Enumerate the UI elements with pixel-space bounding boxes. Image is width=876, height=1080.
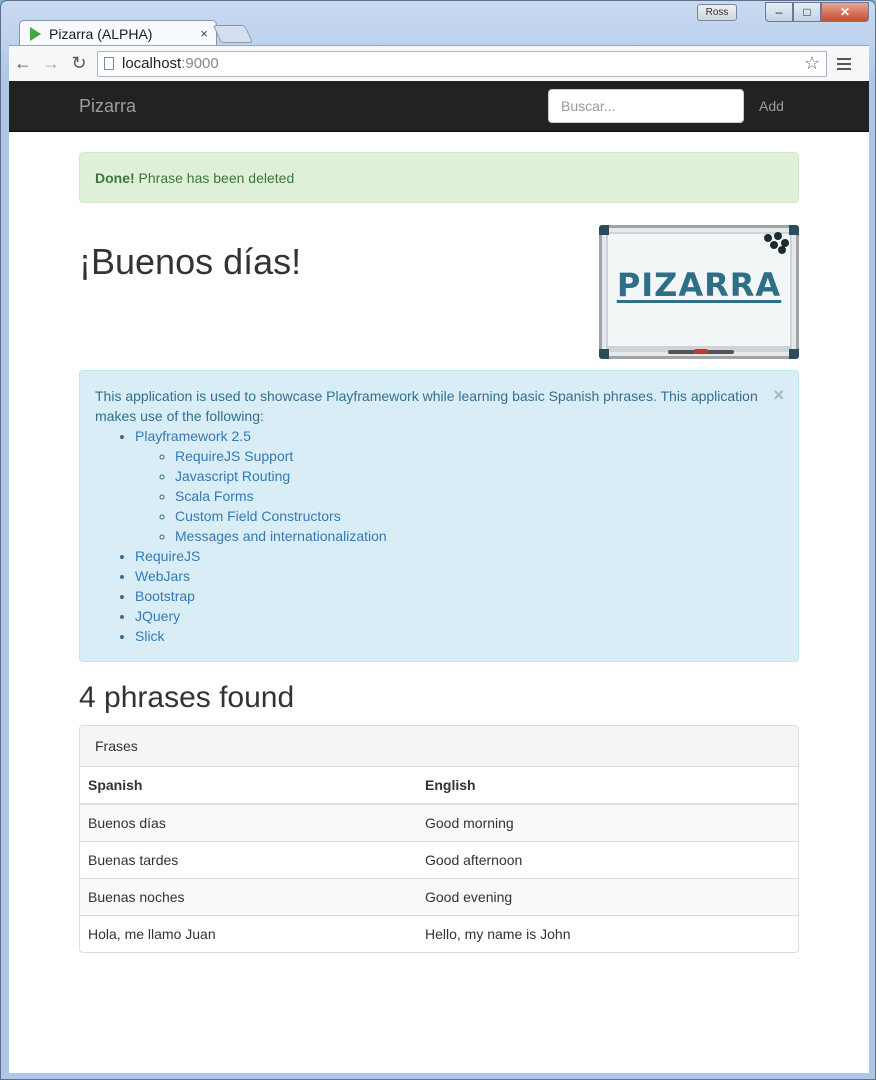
tech-link[interactable]: WebJars	[135, 568, 190, 584]
red-marker	[694, 349, 708, 354]
page-icon	[104, 57, 114, 70]
english-cell: Good evening	[417, 877, 798, 915]
tab-close-icon[interactable]: ×	[200, 26, 208, 41]
browser-toolbar: ← → ↻ localhost:9000 ☆	[9, 45, 869, 81]
table-row: Buenas tardes Good afternoon	[80, 840, 798, 878]
list-item: WebJars	[135, 566, 768, 586]
tech-list: Playframework 2.5 RequireJS Support Java…	[95, 426, 768, 646]
table-header-row: Spanish English	[80, 767, 798, 805]
phrases-table: Spanish English Buenos días Good morning…	[80, 767, 798, 952]
list-item: Custom Field Constructors	[175, 506, 768, 526]
list-item: Javascript Routing	[175, 466, 768, 486]
phrases-panel: Frases Spanish English Buenos días Good …	[79, 725, 799, 953]
list-item: Playframework 2.5 RequireJS Support Java…	[135, 426, 768, 546]
spanish-cell: Buenos días	[80, 803, 417, 841]
close-icon[interactable]: ×	[773, 385, 784, 405]
reload-icon[interactable]: ↻	[65, 53, 93, 74]
english-cell: Good afternoon	[417, 840, 798, 878]
list-item: Bootstrap	[135, 586, 768, 606]
menu-icon[interactable]	[837, 55, 851, 73]
pizarra-logo: PIZARRA	[599, 225, 799, 359]
english-cell: Good morning	[417, 803, 798, 841]
list-item: Slick	[135, 626, 768, 646]
column-header-spanish: Spanish	[80, 767, 417, 805]
column-header-english: English	[417, 767, 798, 805]
back-arrow-icon[interactable]: ←	[9, 53, 37, 74]
list-item: Scala Forms	[175, 486, 768, 506]
list-item: RequireJS	[135, 546, 768, 566]
tab-title: Pizarra (ALPHA)	[49, 25, 153, 42]
minimize-button[interactable]: –	[765, 2, 793, 22]
tech-link[interactable]: Bootstrap	[135, 588, 195, 604]
window-controls: – □ ✕	[765, 2, 869, 22]
list-item: Messages and internationalization	[175, 526, 768, 546]
list-item: JQuery	[135, 606, 768, 626]
new-tab-button[interactable]	[212, 25, 254, 43]
tech-link[interactable]: Custom Field Constructors	[175, 508, 341, 524]
sub-list: RequireJS Support Javascript Routing Sca…	[135, 446, 768, 546]
success-alert: Done! Phrase has been deleted	[79, 152, 799, 203]
table-row: Buenos días Good morning	[80, 803, 798, 841]
top-navbar: Pizarra Add	[9, 81, 869, 132]
url-host: localhost	[122, 55, 182, 72]
list-item: RequireJS Support	[175, 446, 768, 466]
results-count: 4 phrases found	[79, 681, 295, 714]
tech-link[interactable]: RequireJS Support	[175, 448, 293, 464]
tech-link[interactable]: Playframework 2.5	[135, 428, 251, 444]
profile-badge[interactable]: Ross	[697, 4, 737, 21]
spanish-cell: Buenas noches	[80, 877, 417, 915]
url-port: :9000	[181, 55, 219, 72]
search-input[interactable]	[548, 89, 744, 123]
address-bar[interactable]: localhost:9000 ☆	[97, 50, 827, 77]
tech-link[interactable]: JQuery	[135, 608, 180, 624]
bookmark-star-icon[interactable]: ☆	[804, 53, 820, 74]
info-intro: This application is used to showcase Pla…	[95, 388, 758, 424]
page-viewport: Pizarra Add Done! Phrase has been delete…	[9, 81, 869, 1073]
tech-link[interactable]: Messages and internationalization	[175, 528, 387, 544]
table-row: Hola, me llamo Juan Hello, my name is Jo…	[80, 914, 798, 952]
close-window-button[interactable]: ✕	[821, 2, 869, 22]
browser-window: Pizarra (ALPHA) × Ross – □ ✕ ← → ↻ local…	[0, 0, 876, 1080]
play-favicon-icon	[30, 26, 41, 41]
tech-link[interactable]: Javascript Routing	[175, 468, 290, 484]
logo-text: PIZARRA	[616, 266, 782, 304]
tech-link[interactable]: Slick	[135, 628, 165, 644]
add-link[interactable]: Add	[759, 98, 784, 114]
browser-tab[interactable]: Pizarra (ALPHA) ×	[19, 20, 217, 46]
tab-strip: Pizarra (ALPHA) × Ross – □ ✕	[1, 1, 875, 46]
alert-message: Phrase has been deleted	[134, 170, 295, 186]
spanish-cell: Hola, me llamo Juan	[80, 914, 417, 952]
tech-link[interactable]: Scala Forms	[175, 488, 254, 504]
alert-strong: Done!	[95, 170, 135, 186]
table-row: Buenas noches Good evening	[80, 877, 798, 915]
info-alert: × This application is used to showcase P…	[79, 370, 799, 662]
navbar-brand[interactable]: Pizarra	[79, 96, 136, 117]
english-cell: Hello, my name is John	[417, 914, 798, 952]
spanish-cell: Buenas tardes	[80, 840, 417, 878]
maximize-button[interactable]: □	[793, 2, 821, 22]
url-text[interactable]: localhost:9000	[122, 55, 804, 72]
forward-arrow-icon[interactable]: →	[37, 53, 65, 74]
panel-title: Frases	[80, 726, 798, 767]
tech-link[interactable]: RequireJS	[135, 548, 200, 564]
